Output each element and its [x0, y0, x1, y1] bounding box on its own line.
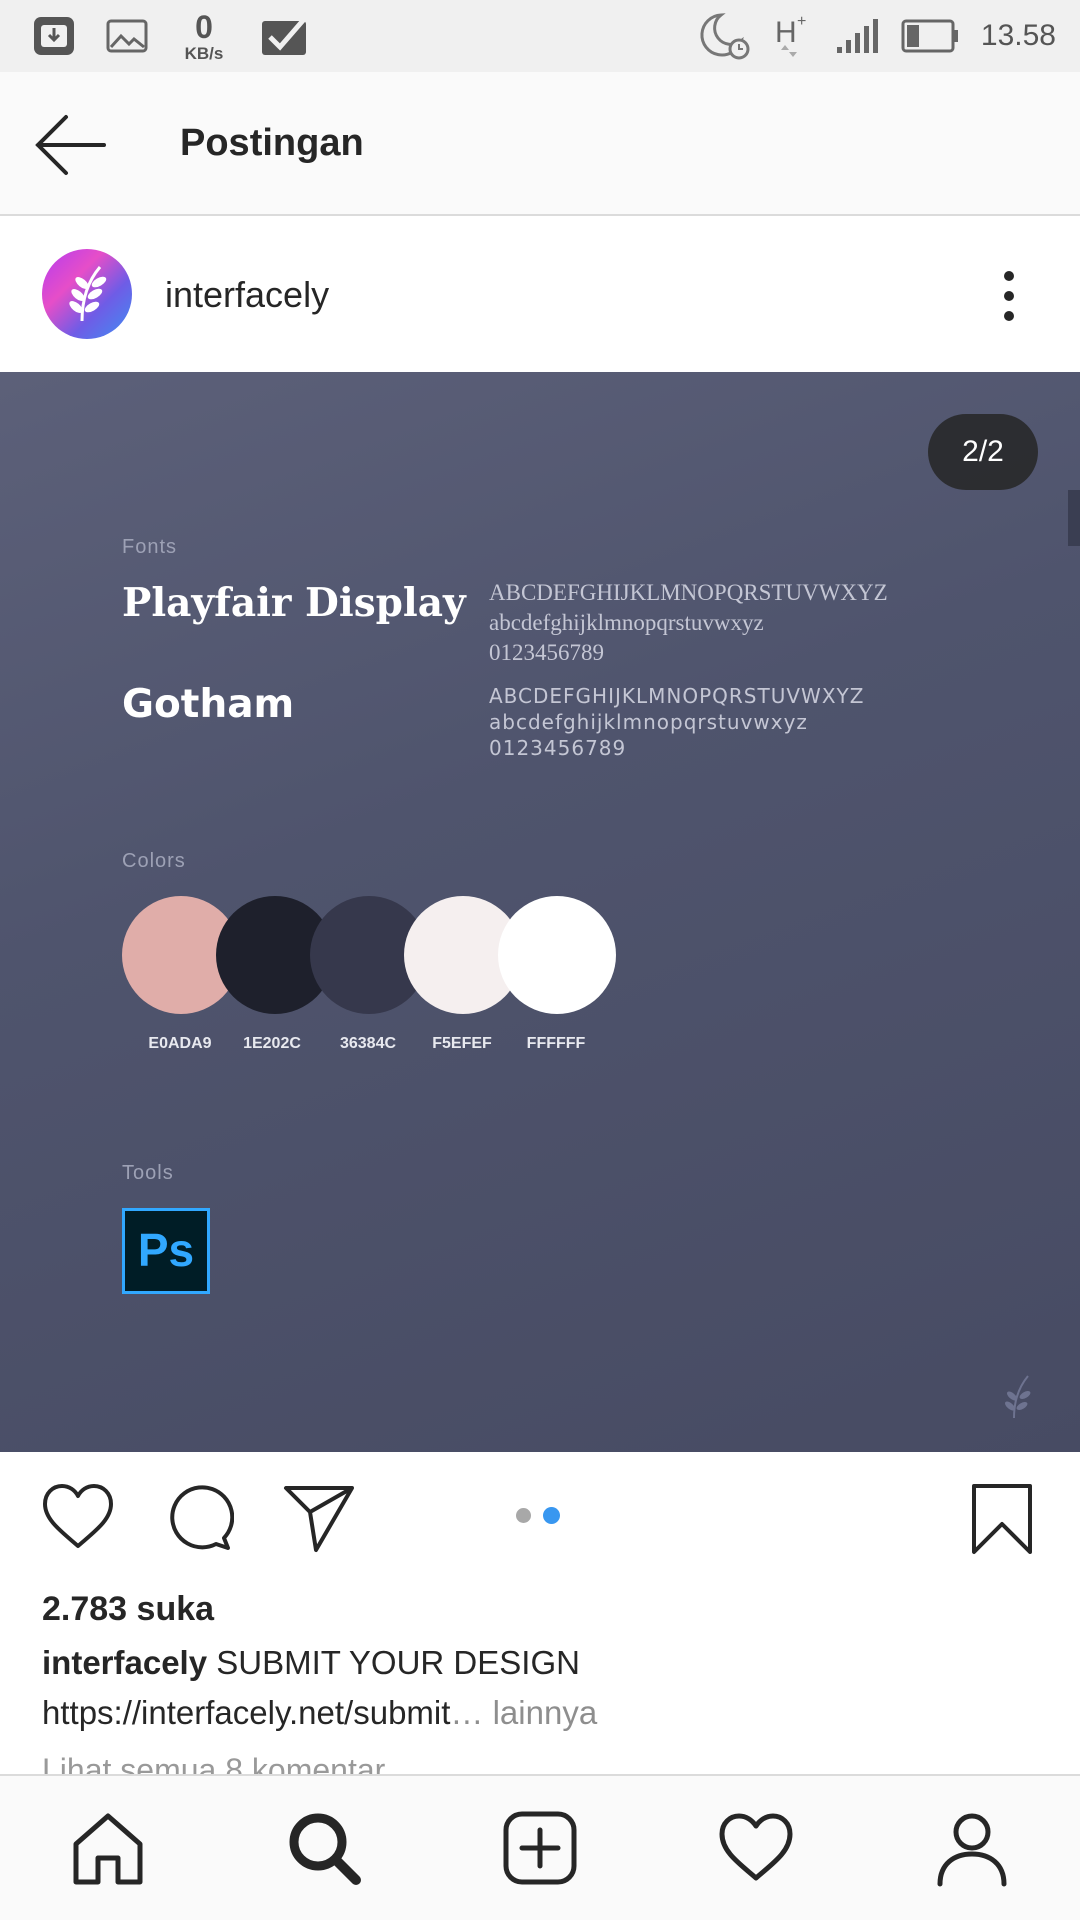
page-title: Postingan — [180, 122, 364, 164]
fonts-label: Fonts — [122, 536, 178, 558]
font-2-name: Gotham — [122, 682, 295, 727]
photoshop-icon: Ps — [122, 1208, 210, 1294]
post-actions — [0, 1452, 1080, 1588]
avatar[interactable] — [42, 249, 132, 339]
profile-icon[interactable] — [932, 1808, 1012, 1888]
post-image[interactable]: 2/2 Fonts Playfair Display ABCDEFGHIJKLM… — [0, 372, 1080, 1452]
download-icon — [34, 17, 74, 55]
caption-link[interactable]: https://interfacely.net/submit — [42, 1694, 450, 1731]
laurel-watermark-icon — [1005, 1375, 1031, 1419]
search-icon[interactable] — [284, 1808, 364, 1888]
battery-icon — [901, 19, 958, 53]
post-header: interfacely — [0, 218, 1080, 372]
tools-label: Tools — [122, 1162, 174, 1184]
more-vertical-icon[interactable] — [990, 266, 1028, 326]
color-swatch — [498, 896, 616, 1014]
clock-time: 13.58 — [980, 19, 1056, 52]
bottom-nav — [0, 1774, 1080, 1920]
network-speed: 0 KB/s — [178, 11, 230, 62]
caption-username[interactable]: interfacely — [42, 1644, 207, 1681]
font-1-name: Playfair Display — [122, 580, 466, 626]
color-swatch-label: FFFFFF — [526, 1035, 586, 1052]
caption-ellipsis: … — [450, 1694, 484, 1731]
send-icon[interactable] — [282, 1482, 356, 1554]
slide-counter: 2/2 — [928, 414, 1038, 490]
speed-value: 0 — [195, 8, 213, 45]
carousel-dot-active — [543, 1507, 560, 1524]
bookmark-icon[interactable] — [970, 1482, 1034, 1556]
image-icon — [106, 19, 148, 53]
home-icon[interactable] — [68, 1808, 148, 1888]
app-header: Postingan — [0, 72, 1080, 216]
post-username[interactable]: interfacely — [165, 274, 329, 316]
caption: interfacely SUBMIT YOUR DESIGN — [42, 1644, 580, 1682]
likes-count[interactable]: 2.783 suka — [42, 1590, 214, 1629]
caption-more-link[interactable]: lainnya — [483, 1694, 598, 1731]
colors-label: Colors — [122, 850, 186, 872]
activity-heart-icon[interactable] — [716, 1808, 796, 1888]
moon-alarm-icon — [700, 13, 750, 60]
speed-unit: KB/s — [184, 43, 224, 63]
laurel-logo-icon — [69, 266, 107, 322]
svg-text:H: H — [775, 16, 797, 49]
font-2-sample: ABCDEFGHIJKLMNOPQRSTUVWXYZ abcdefghijklm… — [489, 684, 865, 760]
caption-text: SUBMIT YOUR DESIGN — [216, 1644, 580, 1681]
comment-icon[interactable] — [162, 1482, 234, 1554]
signal-icon — [836, 19, 878, 53]
carousel-dot — [516, 1508, 531, 1523]
font-1-sample: ABCDEFGHIJKLMNOPQRSTUVWXYZ abcdefghijklm… — [489, 580, 888, 665]
arrow-left-icon[interactable] — [30, 110, 110, 180]
status-bar: 0 KB/s H + 13.58 — [0, 0, 1080, 72]
heart-icon[interactable] — [40, 1482, 116, 1552]
caption-line-2: https://interfacely.net/submit… lainnya — [42, 1694, 597, 1732]
svg-text:+: + — [797, 13, 806, 30]
carousel-indicator — [516, 1507, 560, 1524]
network-type-icon: H + — [775, 13, 806, 57]
check-icon — [262, 15, 308, 55]
scroll-indicator — [1068, 490, 1080, 546]
add-post-icon[interactable] — [500, 1808, 580, 1888]
